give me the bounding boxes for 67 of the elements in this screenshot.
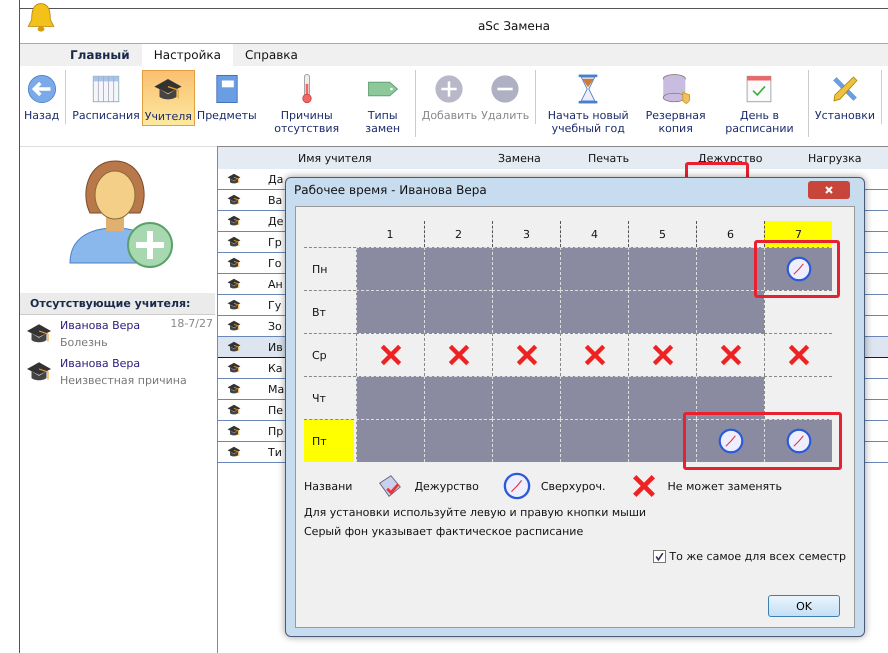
absence-reason: Болезнь — [60, 335, 109, 351]
schedule-cell[interactable] — [764, 376, 832, 419]
teacher-name: Го — [268, 256, 282, 270]
same-for-all-checkbox[interactable]: То же самое для всех семестр — [653, 550, 846, 563]
thermometer-icon — [300, 72, 313, 106]
ribbon-tab[interactable]: Настройка — [142, 44, 234, 66]
toolbar-button[interactable]: Начать новый учебный год — [540, 70, 636, 137]
section-header: Отсутствующие учителя: — [20, 293, 215, 315]
legend-label: Не может заменять — [668, 480, 782, 492]
legend-label: Названи — [304, 480, 352, 492]
teacher-name: Зо — [268, 320, 282, 332]
column-header[interactable]: Печать — [588, 152, 698, 164]
legend-label: Дежурство — [414, 480, 479, 492]
teacher-name: Ив — [268, 340, 283, 354]
column-header[interactable]: Имя учителя — [278, 152, 498, 164]
clock-icon — [502, 472, 531, 500]
toolbar-button[interactable]: Учителя — [142, 70, 195, 126]
column-header[interactable]: Нагрузка — [808, 152, 888, 164]
teacher-name: Ан — [268, 278, 283, 290]
ok-button[interactable]: OK — [768, 595, 840, 617]
schedule-cell[interactable] — [356, 333, 424, 376]
toolbar-button[interactable]: Расписания — [70, 70, 142, 124]
column-header[interactable]: Замена — [498, 152, 588, 164]
teacher-name: Пр — [268, 424, 284, 438]
window-title: aSc Замена — [476, 19, 550, 33]
toolbar-button[interactable]: Типы замен — [354, 70, 416, 137]
schedule-cell[interactable] — [628, 333, 696, 376]
ribbon-tab[interactable]: Главный — [58, 44, 142, 66]
schedule-cell[interactable] — [492, 333, 560, 376]
dialog-title: Рабочее время - Иванова Вера — [294, 183, 487, 197]
teacher-name: Де — [268, 214, 284, 228]
teacher-name: Ти — [268, 446, 282, 458]
toolbar-button[interactable]: Установки — [812, 70, 882, 124]
hint-text: Для установки используйте левую и правую кнопки мыши — [304, 506, 648, 519]
teacher-name[interactable]: Иванова Вера — [60, 317, 140, 334]
absence-date: 18-7/27 — [170, 317, 213, 330]
clock-icon — [786, 256, 812, 282]
close-icon — [824, 185, 834, 195]
teacher-name[interactable]: Иванова Вера — [60, 355, 187, 372]
period-header[interactable]: 1 — [356, 221, 424, 247]
schedule-cell[interactable] — [696, 333, 764, 376]
toolbar-button[interactable]: Назад — [22, 70, 66, 124]
legend-label: Сверхуроч. — [540, 480, 606, 492]
schedule-cell[interactable] — [764, 290, 832, 333]
clock-icon — [786, 428, 812, 454]
close-button[interactable] — [808, 181, 850, 199]
teacher-name: Пе — [268, 404, 284, 416]
teacher-name: Ка — [268, 362, 283, 374]
toolbar-button[interactable]: День в расписании — [715, 70, 809, 137]
schedule-cell[interactable] — [764, 333, 832, 376]
schedule-cell[interactable] — [424, 333, 492, 376]
toolbar-button[interactable]: Резервная копия — [636, 70, 716, 137]
teacher-name: Гу — [268, 298, 282, 312]
toolbar-button[interactable]: Причины отсутствия — [258, 70, 355, 137]
toolbar-button[interactable]: Предметы — [194, 70, 259, 124]
clock-icon — [718, 428, 744, 454]
teacher-name: Ма — [268, 382, 284, 396]
teacher-name: Да — [268, 172, 284, 186]
day-label[interactable]: Пт — [304, 419, 354, 462]
teacher-name: Ва — [268, 194, 282, 206]
teacher-name: Гр — [268, 236, 282, 248]
absence-reason: Неизвестная причина — [60, 373, 187, 389]
column-header[interactable]: Дежурство — [698, 152, 808, 164]
schedule-cell[interactable] — [560, 333, 628, 376]
hint-text: Серый фон указывает фактическое расписание — [304, 525, 584, 538]
check-icon — [654, 551, 666, 562]
ribbon-tab[interactable]: Справка — [233, 44, 310, 66]
